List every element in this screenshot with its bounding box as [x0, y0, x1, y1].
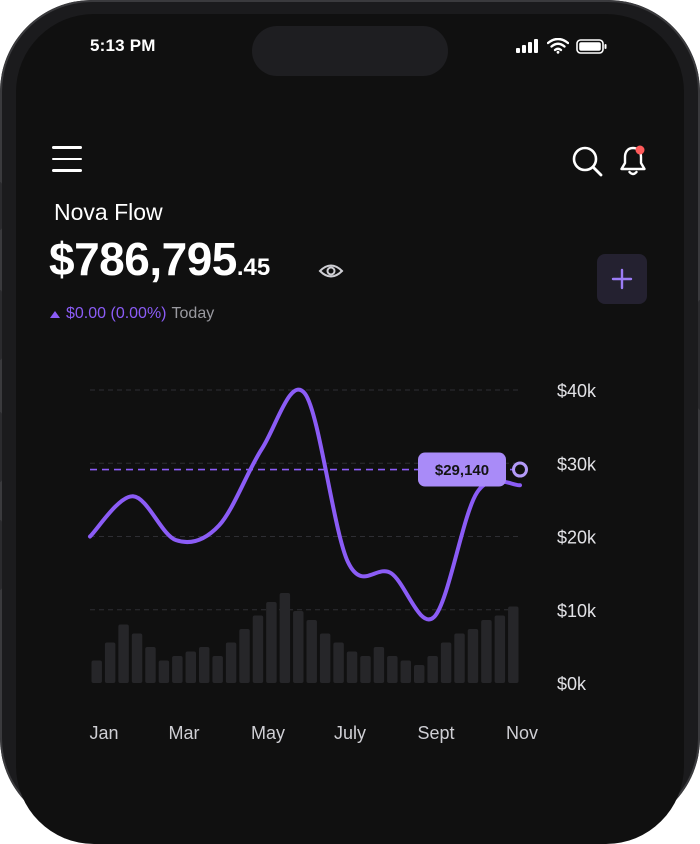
x-tick-label: July	[334, 723, 366, 743]
phone-frame: 5:13 PM Nova Flow $786,795.45 $0.00 (0.0…	[0, 0, 700, 844]
volume-bar	[131, 633, 143, 683]
volume-bar	[172, 656, 183, 683]
volume-bar	[306, 620, 317, 683]
y-tick-label: $40k	[557, 381, 597, 401]
x-tick-label: Sept	[417, 723, 454, 743]
volume-bar	[400, 660, 411, 683]
volume-bar	[360, 656, 371, 683]
volume-bar	[373, 647, 385, 683]
volume-bar	[333, 642, 344, 683]
volume-bar	[454, 633, 465, 683]
x-tick-label: Jan	[89, 723, 118, 743]
volume-bar	[104, 642, 116, 683]
volume-bar	[440, 642, 452, 683]
current-value-marker	[512, 461, 528, 478]
x-tick-label: Mar	[169, 723, 200, 743]
volume-bar	[91, 660, 102, 683]
current-value-label: $29,140	[435, 462, 489, 479]
balance-chart: $29,140 $40k $30k $20k $10k $0k Jan Mar May July S…	[88, 381, 597, 743]
volume-bar	[225, 642, 237, 683]
volume-bar	[481, 620, 492, 683]
volume-bar	[508, 606, 519, 683]
volume-bar	[158, 660, 170, 683]
volume-bar	[293, 611, 304, 683]
volume-bar	[319, 633, 331, 683]
y-tick-label: $10k	[557, 601, 597, 621]
series-line	[88, 387, 522, 622]
volume-bar	[199, 647, 210, 683]
volume-bar	[467, 629, 479, 683]
y-tick-label: $30k	[557, 454, 597, 474]
volume-bar	[414, 665, 425, 683]
volume-bar	[118, 624, 129, 683]
x-tick-label: May	[251, 723, 285, 743]
y-tick-label: $20k	[557, 528, 597, 548]
x-tick-label: Nov	[506, 723, 538, 743]
volume-bar	[239, 629, 250, 683]
volume-bar	[279, 593, 291, 683]
volume-bar	[387, 656, 398, 683]
volume-bar	[252, 615, 264, 683]
volume-bar	[494, 615, 506, 683]
volume-bar	[185, 651, 196, 683]
volume-bar	[346, 651, 358, 683]
y-tick-label: $0k	[557, 674, 587, 694]
volume-bar	[145, 647, 156, 683]
volume-bar	[212, 656, 223, 683]
volume-bar	[427, 656, 438, 683]
volume-bar	[266, 602, 277, 683]
